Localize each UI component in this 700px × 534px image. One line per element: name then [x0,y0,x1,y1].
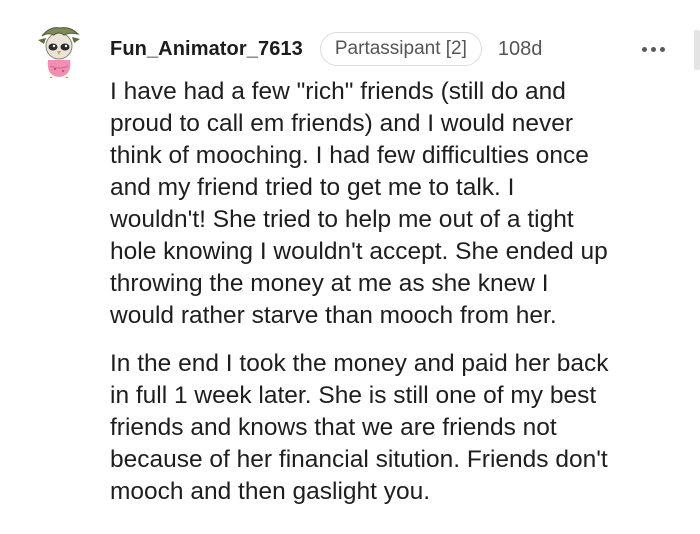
text-line: mooch and then gaslight you. [110,478,431,505]
text-line: think of mooching. I had few difficultie… [110,142,589,169]
text-line: In the end I took the money and paid her… [110,350,609,377]
text-line: wouldn't! She tried to help me out of a … [110,206,574,233]
text-line: I have had a few "rich" friends (still d… [110,78,566,105]
text-line: hole knowing I wouldn't accept. She ende… [110,238,608,265]
text-line: in full 1 week later. She is still one o… [110,382,597,409]
more-options-button[interactable] [637,38,669,60]
scrollbar[interactable] [694,30,700,70]
text-line: because of her financial sitution. Frien… [110,446,608,473]
comment-header: Fun_Animator_7613 Partassipant [2] 108d [110,31,542,67]
text-line: friends and knows that we are friends no… [110,414,557,441]
text-line: would rather starve than mooch from her. [110,302,557,329]
text-line: proud to call em friends) and I would ne… [110,110,574,137]
avatar[interactable] [36,22,82,79]
ellipsis-icon [659,46,665,52]
ellipsis-icon [650,46,656,52]
avatar-icon [38,27,80,79]
user-flair-badge: Partassipant [2] [319,32,482,66]
username-link[interactable]: Fun_Animator_7613 [110,38,303,61]
comment: Fun_Animator_7613 Partassipant [2] 108d … [0,0,700,534]
comment-body: I have had a few "rich" friends (still d… [110,76,680,508]
text-line: and my friend tried to get me to talk. I [110,174,515,201]
comment-paragraph: In the end I took the money and paid her… [110,348,680,508]
text-line: throwing the money at me as she knew I [110,270,549,297]
comment-paragraph: I have had a few "rich" friends (still d… [110,76,680,332]
ellipsis-icon [641,46,647,52]
comment-age[interactable]: 108d [498,38,543,61]
